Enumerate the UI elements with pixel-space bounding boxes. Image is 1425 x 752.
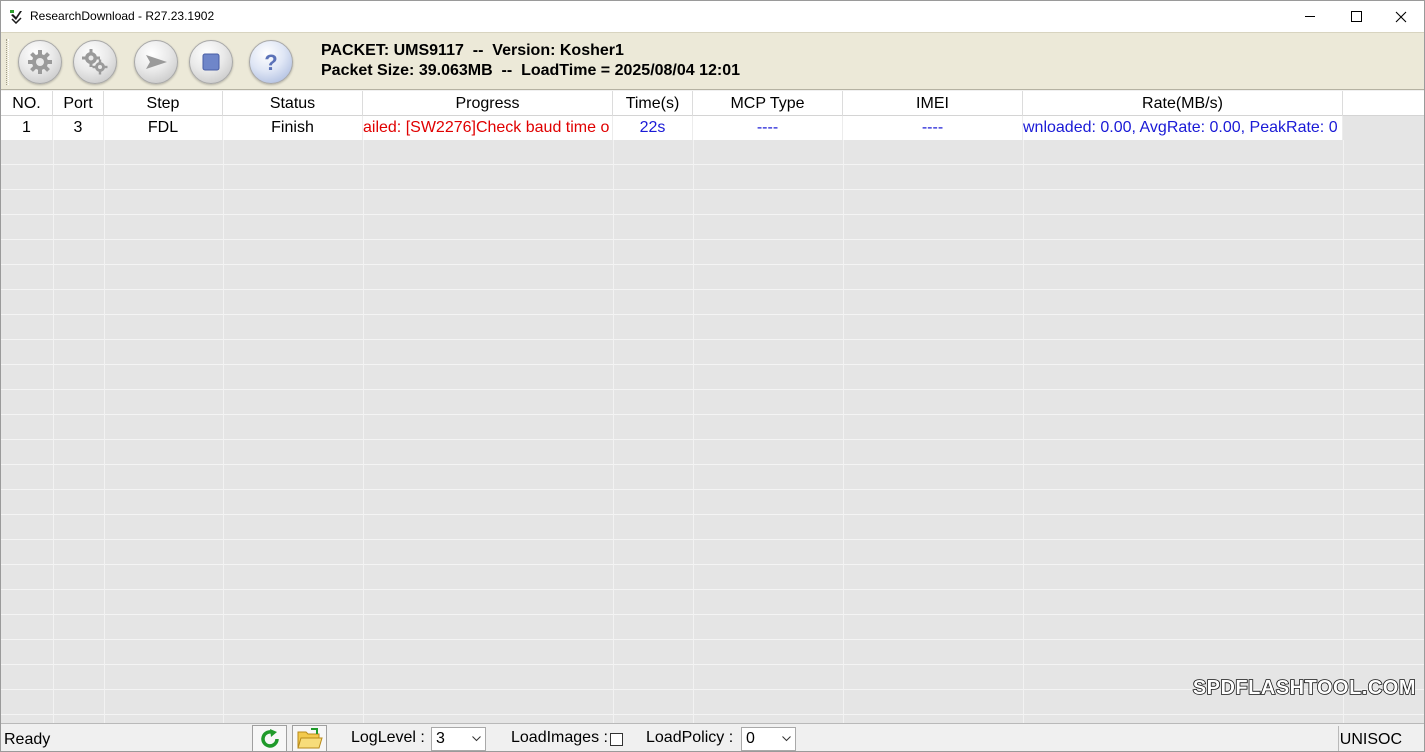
minimize-button[interactable] bbox=[1287, 1, 1333, 32]
cell-time: 22s bbox=[613, 116, 693, 140]
loadpolicy-select[interactable]: 0 bbox=[741, 727, 796, 751]
loglevel-select[interactable]: 3 bbox=[431, 727, 486, 751]
window-title: ResearchDownload - R27.23.1902 bbox=[30, 9, 215, 23]
status-bar: Ready LogLevel : 3 LoadImages : LoadPoli… bbox=[1, 723, 1424, 751]
loglevel-label: LogLevel : bbox=[351, 729, 425, 746]
stop-download-button[interactable] bbox=[189, 40, 233, 84]
column-divider bbox=[53, 140, 54, 723]
packet-line-1: PACKET: UMS9117 -- Version: Kosher1 bbox=[321, 42, 624, 59]
header-progress[interactable]: Progress bbox=[363, 91, 613, 116]
stop-square-icon bbox=[202, 53, 220, 71]
packet-line-2: Packet Size: 39.063MB -- LoadTime = 2025… bbox=[321, 62, 741, 79]
chevron-down-icon bbox=[472, 736, 481, 742]
settings-button[interactable] bbox=[18, 40, 62, 84]
play-arrow-icon bbox=[146, 55, 167, 69]
cell-progress: ailed: [SW2276]Check baud time o bbox=[363, 116, 613, 140]
advanced-settings-button[interactable] bbox=[73, 40, 117, 84]
column-divider bbox=[1023, 140, 1024, 723]
question-mark-icon: ? bbox=[264, 50, 277, 75]
table-row[interactable]: 1 3 FDL Finish ailed: [SW2276]Check baud… bbox=[1, 116, 1343, 140]
header-status[interactable]: Status bbox=[223, 91, 363, 116]
close-button[interactable] bbox=[1378, 1, 1424, 32]
header-rate[interactable]: Rate(MB/s) bbox=[1023, 91, 1343, 116]
header-imei[interactable]: IMEI bbox=[843, 91, 1023, 116]
refresh-icon bbox=[260, 728, 279, 748]
toolbar: ? PACKET: UMS9117 -- Version: Kosher1 Pac… bbox=[1, 32, 1424, 90]
cell-status: Finish bbox=[223, 116, 363, 140]
close-icon bbox=[1395, 11, 1407, 22]
column-divider bbox=[363, 140, 364, 723]
column-divider bbox=[693, 140, 694, 723]
cell-no: 1 bbox=[1, 116, 53, 140]
cell-mcp-type: ---- bbox=[693, 116, 843, 140]
maximize-button[interactable] bbox=[1333, 1, 1379, 32]
toolbar-grip[interactable] bbox=[6, 39, 9, 85]
app-icon bbox=[10, 10, 22, 24]
column-divider bbox=[843, 140, 844, 723]
help-button[interactable]: ? bbox=[249, 40, 293, 84]
column-divider bbox=[223, 140, 224, 723]
loadimages-checkbox[interactable] bbox=[610, 733, 623, 746]
header-step[interactable]: Step bbox=[104, 91, 223, 116]
svg-text:?: ? bbox=[264, 50, 277, 75]
header-port[interactable]: Port bbox=[53, 91, 104, 116]
cell-rate: wnloaded: 0.00, AvgRate: 0.00, PeakRate:… bbox=[1023, 116, 1343, 140]
loadimages-label: LoadImages : bbox=[511, 729, 608, 746]
empty-rows bbox=[1, 140, 1424, 723]
chevron-down-icon bbox=[782, 736, 791, 742]
column-divider bbox=[1343, 140, 1344, 723]
brand-label: UNISOC bbox=[1339, 731, 1402, 748]
watermark: SPDFLASHTOOL.COM bbox=[1192, 676, 1416, 700]
header-no[interactable]: NO. bbox=[1, 91, 53, 116]
column-divider bbox=[613, 140, 614, 723]
column-divider bbox=[104, 140, 105, 723]
gear-icon bbox=[28, 50, 52, 74]
table-header: NO. Port Step Status Progress Time(s) MC… bbox=[1, 91, 1424, 116]
minimize-icon bbox=[1304, 16, 1315, 17]
folder-icon bbox=[296, 727, 323, 748]
header-time[interactable]: Time(s) bbox=[613, 91, 693, 116]
gears-icon bbox=[82, 49, 108, 75]
loglevel-value: 3 bbox=[436, 730, 445, 747]
loadpolicy-value: 0 bbox=[746, 730, 755, 747]
cell-imei: ---- bbox=[843, 116, 1023, 140]
loadpolicy-label: LoadPolicy : bbox=[646, 729, 734, 746]
open-folder-button[interactable] bbox=[292, 725, 327, 751]
download-list[interactable]: NO. Port Step Status Progress Time(s) MC… bbox=[1, 91, 1424, 723]
title-bar[interactable]: ResearchDownload - R27.23.1902 bbox=[1, 1, 1424, 32]
status-text: Ready bbox=[4, 731, 51, 748]
refresh-button[interactable] bbox=[252, 725, 287, 751]
cell-step: FDL bbox=[104, 116, 223, 140]
packet-info: PACKET: UMS9117 -- Version: Kosher1 Packe… bbox=[321, 41, 740, 81]
maximize-icon bbox=[1350, 11, 1362, 22]
header-mcp-type[interactable]: MCP Type bbox=[693, 91, 843, 116]
cell-port: 3 bbox=[53, 116, 104, 140]
start-download-button[interactable] bbox=[134, 40, 178, 84]
main-window: ResearchDownload - R27.23.1902 ? PACKET:… bbox=[0, 0, 1425, 752]
